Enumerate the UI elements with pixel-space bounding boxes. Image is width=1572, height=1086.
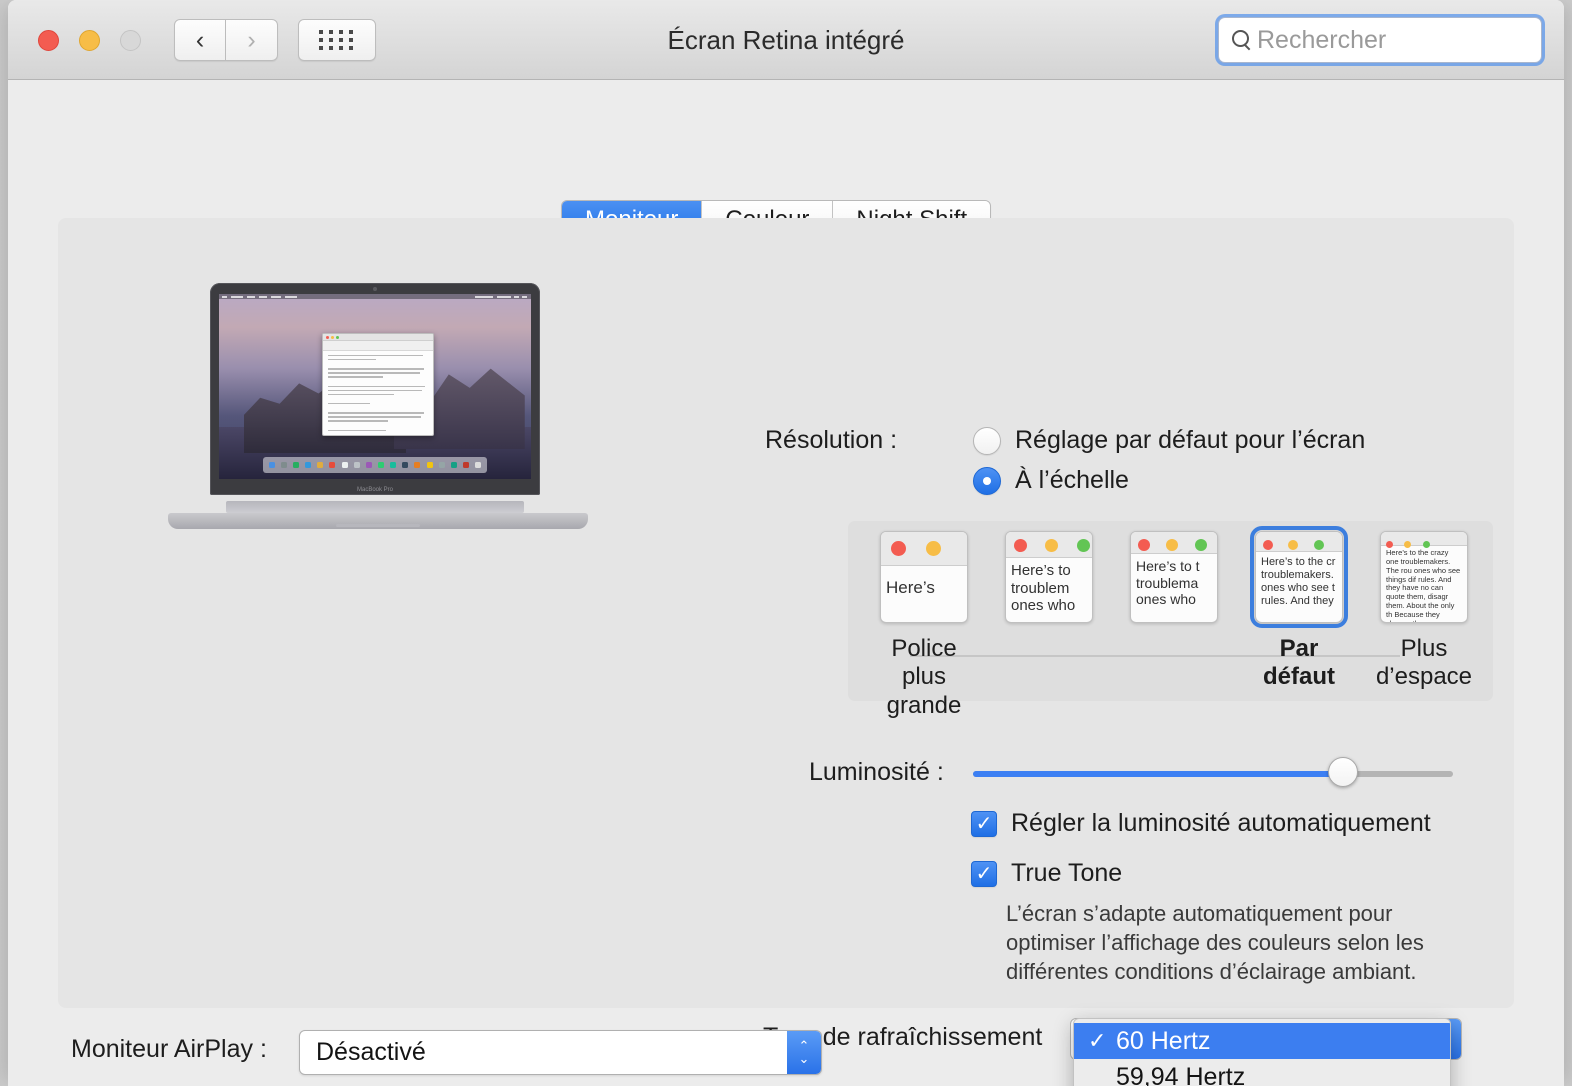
thumbnail-titlebar bbox=[1131, 532, 1217, 554]
scale-option-label: Plus d’espace bbox=[1375, 635, 1473, 691]
airplay-value: Désactivé bbox=[316, 1038, 426, 1066]
window-titlebar: ‹ › Écran Retina intégré Rechercher bbox=[8, 0, 1564, 80]
slider-knob[interactable] bbox=[1327, 757, 1358, 787]
airplay-label: Moniteur AirPlay : bbox=[71, 1035, 267, 1063]
mini-window-titlebar bbox=[322, 333, 434, 341]
display-settings-panel: MacBook Pro Résolution : Réglage par déf… bbox=[58, 218, 1514, 1086]
checkbox-label: Régler la luminosité automatiquement bbox=[1011, 809, 1431, 837]
checkbox-box[interactable]: ✓ bbox=[971, 860, 997, 887]
mini-window-toolbar bbox=[322, 340, 434, 351]
check-icon: ✓ bbox=[1088, 1028, 1107, 1053]
checkbox-true-tone[interactable]: ✓ True Tone bbox=[971, 859, 1122, 888]
radio-label: À l’échelle bbox=[1015, 466, 1129, 494]
thumbnail-text: Here’s to the cr troublemakers. ones who… bbox=[1261, 556, 1336, 607]
search-placeholder: Rechercher bbox=[1257, 25, 1387, 54]
mini-window-text bbox=[323, 351, 433, 436]
checkbox-box[interactable]: ✓ bbox=[971, 810, 997, 837]
brightness-slider[interactable] bbox=[973, 757, 1453, 787]
thumbnail-text: Here’s to the crazy one troublemakers. T… bbox=[1386, 548, 1461, 622]
scale-thumbnail[interactable]: Here’s to troublem ones who bbox=[1005, 531, 1093, 623]
laptop-keyboard bbox=[226, 501, 524, 513]
menu-item-label: 60 Hertz bbox=[1116, 1026, 1211, 1055]
menu-item-60hz[interactable]: ✓ 60 Hertz bbox=[1074, 1023, 1450, 1059]
refresh-rate-menu: ✓ 60 Hertz 59,94 Hertz 50 Hertz 48 Hertz bbox=[1073, 1018, 1451, 1086]
brightness-label: Luminosité : bbox=[809, 758, 944, 786]
menu-item-label: 59,94 Hertz bbox=[1116, 1062, 1246, 1086]
scale-option-3[interactable]: Here’s to t troublema ones who bbox=[1118, 531, 1230, 635]
system-preferences-window: ‹ › Écran Retina intégré Rechercher MacB… bbox=[8, 0, 1564, 1086]
mini-dock bbox=[262, 456, 488, 474]
thumbnail-text: Here’s bbox=[886, 578, 935, 597]
airplay-popup-button[interactable]: Désactivé ⌃ ⌄ bbox=[299, 1030, 822, 1075]
mini-textedit-window bbox=[321, 332, 435, 437]
mini-menubar bbox=[219, 294, 531, 299]
laptop-model-label: MacBook Pro bbox=[356, 487, 393, 493]
scale-thumbnail[interactable]: Here’s bbox=[880, 531, 968, 623]
search-icon bbox=[1231, 29, 1253, 51]
laptop-screen bbox=[219, 294, 531, 479]
search-field[interactable]: Rechercher bbox=[1218, 17, 1542, 63]
scale-option-more-space[interactable]: Here’s to the crazy one troublemakers. T… bbox=[1368, 531, 1480, 692]
screenshot-root: ‹ › Écran Retina intégré Rechercher MacB… bbox=[0, 0, 1572, 1086]
scale-option-label: Par défaut bbox=[1263, 635, 1335, 691]
radio-scaled-resolution[interactable]: À l’échelle bbox=[973, 466, 1129, 495]
radio-button[interactable] bbox=[973, 426, 1001, 455]
laptop-lid: MacBook Pro bbox=[210, 283, 540, 495]
thumbnail-titlebar bbox=[1381, 532, 1467, 548]
scale-option-larger-text[interactable]: Here’s Police plus grande bbox=[868, 531, 980, 720]
stepper-arrows-icon: ⌃⌄ bbox=[787, 1031, 821, 1074]
checkbox-label: True Tone bbox=[1011, 859, 1123, 887]
scale-option-label: Police plus grande bbox=[886, 635, 962, 719]
thumbnail-titlebar bbox=[881, 532, 967, 566]
true-tone-description: L’écran s’adapte automatiquement pour op… bbox=[1006, 901, 1424, 985]
laptop-base bbox=[168, 513, 588, 529]
thumbnail-text: Here’s to t troublema ones who bbox=[1136, 558, 1200, 608]
thumbnail-text: Here’s to troublem ones who bbox=[1011, 562, 1076, 615]
preferences-content: Moniteur Couleur Night Shift bbox=[8, 80, 1564, 1086]
scale-thumbnail[interactable]: Here’s to t troublema ones who bbox=[1130, 531, 1218, 623]
radio-default-resolution[interactable]: Réglage par défaut pour l’écran bbox=[973, 426, 1365, 455]
scale-option-2[interactable]: Here’s to troublem ones who bbox=[993, 531, 1105, 635]
checkbox-auto-brightness[interactable]: ✓ Régler la luminosité automatiquement bbox=[971, 809, 1431, 838]
slider-fill bbox=[973, 771, 1343, 777]
thumbnail-titlebar bbox=[1256, 532, 1342, 552]
scale-thumbnail-selected[interactable]: Here’s to the cr troublemakers. ones who… bbox=[1250, 526, 1348, 628]
menu-item-59-94hz[interactable]: 59,94 Hertz bbox=[1074, 1059, 1450, 1086]
scale-thumbnail[interactable]: Here’s to the crazy one troublemakers. T… bbox=[1380, 531, 1468, 623]
thumbnail-titlebar bbox=[1006, 532, 1092, 558]
resolution-scale-picker: Here’s Police plus grande Here’s to trou… bbox=[848, 521, 1493, 719]
radio-label: Réglage par défaut pour l’écran bbox=[1015, 426, 1366, 454]
scale-option-default[interactable]: Here’s to the cr troublemakers. ones who… bbox=[1243, 526, 1355, 692]
radio-button-selected[interactable] bbox=[973, 466, 1001, 495]
display-preview-illustration: MacBook Pro bbox=[168, 283, 588, 543]
resolution-label: Résolution : bbox=[765, 426, 898, 454]
